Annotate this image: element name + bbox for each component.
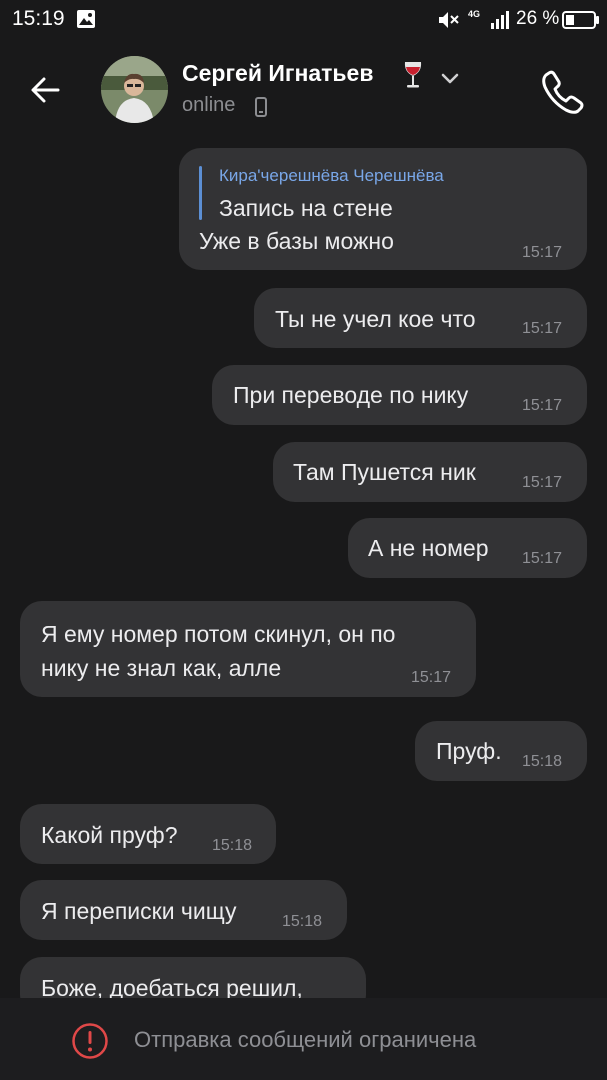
message-text: Пруф. [436, 738, 502, 764]
message-text: Какой пруф? [41, 822, 178, 848]
message-bubble-incoming[interactable]: Я переписки чищу 15:18 [20, 880, 347, 940]
chat-header: Сергей Игнатьев online [0, 40, 607, 140]
reply-text[interactable]: Запись на стене [219, 195, 393, 222]
message-text: Я переписки чищу [41, 898, 237, 924]
message-input-restricted-bar: Отправка сообщений ограничена [0, 998, 607, 1080]
message-bubble-outgoing[interactable]: Там Пушется ник 15:17 [273, 442, 587, 502]
message-text: А не номер [368, 535, 489, 561]
message-time: 15:17 [522, 397, 563, 414]
battery-icon [562, 11, 599, 29]
wine-glass-icon [404, 62, 422, 88]
mobile-phone-icon [255, 97, 267, 117]
contact-name[interactable]: Сергей Игнатьев [182, 60, 373, 87]
status-time: 15:19 [12, 7, 65, 30]
message-bubble-incoming[interactable]: Какой пруф? 15:18 [20, 804, 276, 864]
message-bubble-incoming[interactable]: Я ему номер потом скинул, он по нику не … [20, 601, 476, 697]
message-time: 15:17 [522, 550, 563, 567]
message-bubble-outgoing[interactable]: Пруф. 15:18 [415, 721, 587, 781]
network-type: 4G [468, 9, 481, 19]
message-text: Там Пушется ник [293, 459, 476, 485]
battery-percent: 26 % [516, 8, 560, 29]
restricted-notice: Отправка сообщений ограничена [134, 1027, 477, 1052]
message-time: 15:18 [282, 913, 323, 930]
message-bubble-outgoing[interactable]: Кира'черешнёва Черешнёва Запись на стене… [179, 148, 587, 270]
message-bubble-outgoing[interactable]: При переводе по нику 15:17 [212, 365, 587, 425]
message-text: При переводе по нику [233, 382, 469, 408]
warning-circle-icon [72, 1023, 108, 1059]
message-text: Уже в базы можно [199, 228, 394, 254]
reply-quote-bar [199, 166, 202, 220]
phone-call-icon[interactable] [538, 66, 588, 116]
message-time: 15:18 [212, 837, 253, 854]
message-bubble-outgoing[interactable]: А не номер 15:17 [348, 518, 587, 578]
message-text-line: нику не знал как, алле [41, 655, 282, 681]
message-time: 15:18 [522, 753, 563, 770]
arrow-left-icon[interactable] [26, 68, 70, 112]
message-time: 15:17 [522, 320, 563, 337]
online-status: online [182, 94, 236, 116]
message-bubble-outgoing[interactable]: Ты не учел кое что 15:17 [254, 288, 587, 348]
message-time: 15:17 [522, 244, 563, 261]
message-time: 15:17 [522, 474, 563, 491]
reply-author[interactable]: Кира'черешнёва Черешнёва [219, 166, 444, 186]
gallery-notification-icon [77, 10, 95, 28]
message-text-line: Я ему номер потом скинул, он по [41, 621, 396, 647]
status-bar: 15:19 4G 26 % [0, 0, 607, 40]
chevron-down-icon[interactable] [438, 66, 462, 90]
signal-icon [491, 11, 509, 29]
mute-icon [439, 12, 459, 28]
avatar[interactable] [101, 56, 168, 123]
message-text: Ты не учел кое что [275, 306, 476, 332]
message-time: 15:17 [411, 669, 452, 686]
